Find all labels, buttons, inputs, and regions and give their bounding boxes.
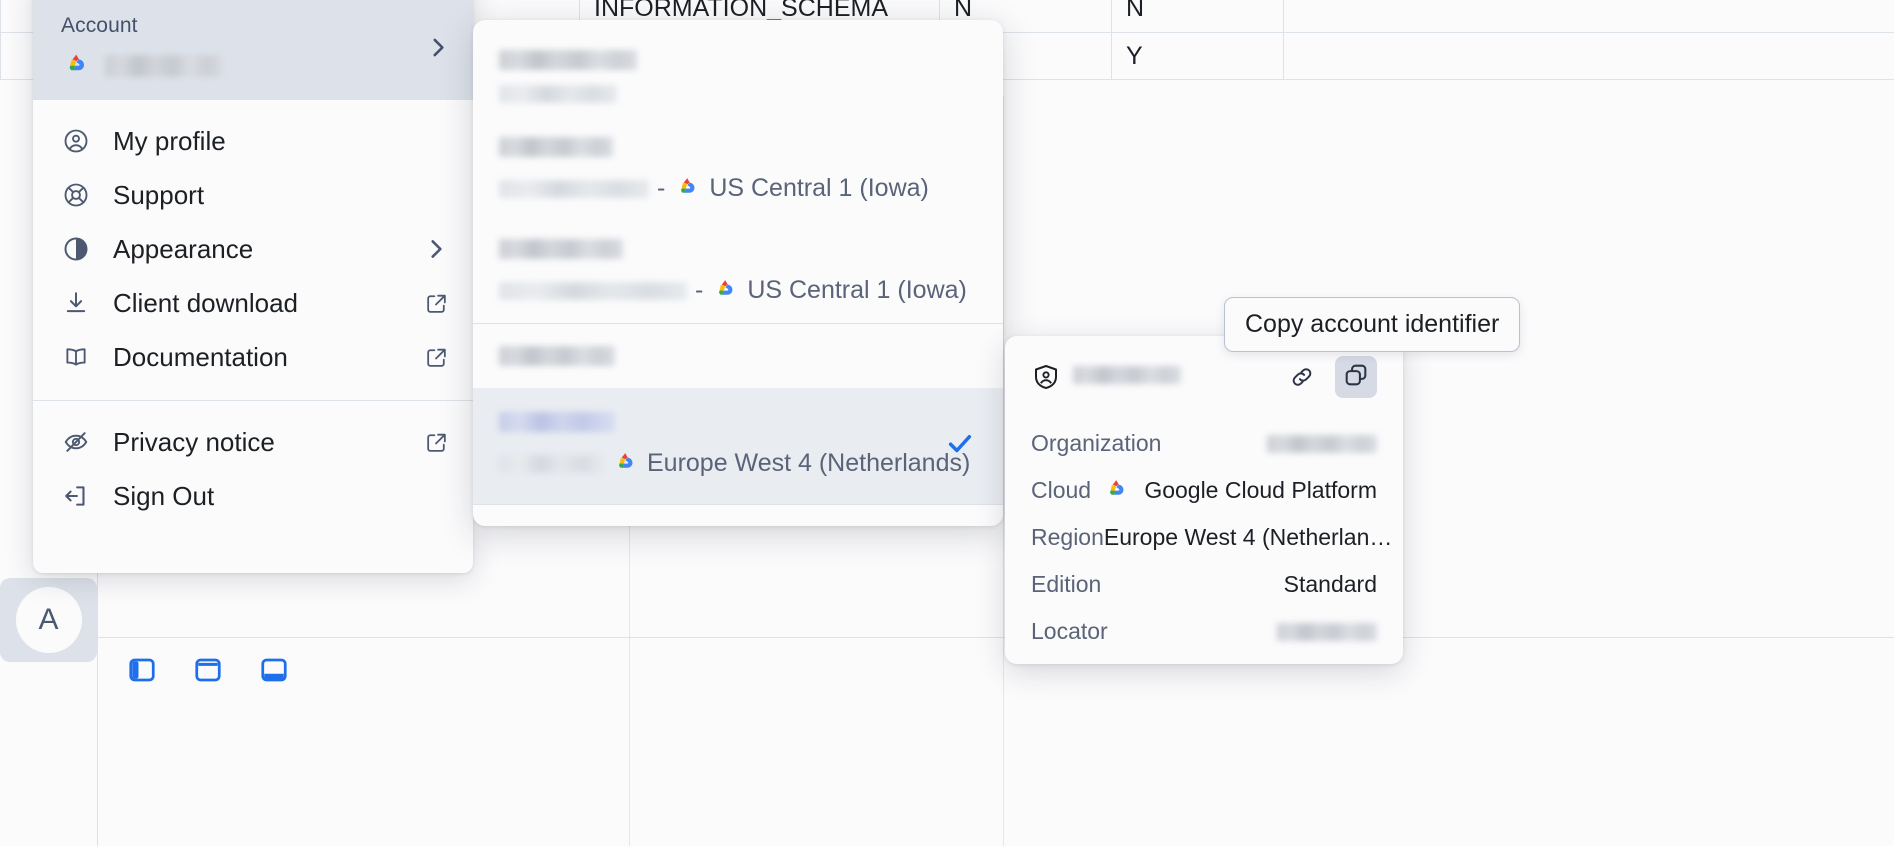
account-org-redacted bbox=[499, 346, 615, 366]
edition-value: Standard bbox=[1283, 571, 1377, 597]
panel-top-icon[interactable] bbox=[186, 648, 230, 692]
detail-row-organization: Organization bbox=[1031, 420, 1377, 467]
google-cloud-icon bbox=[61, 48, 91, 83]
detail-label: Cloud bbox=[1031, 477, 1092, 503]
half-circle-icon bbox=[61, 234, 91, 264]
menu-item-label: Documentation bbox=[113, 341, 288, 372]
locator-value-redacted bbox=[1277, 622, 1377, 641]
menu-item-label: Sign Out bbox=[113, 480, 215, 511]
account-switcher-item[interactable] bbox=[473, 20, 1003, 119]
menu-item-label: My profile bbox=[113, 125, 226, 156]
menu-item-label: Privacy notice bbox=[113, 426, 275, 457]
menu-item-my-profile[interactable]: My profile bbox=[33, 114, 473, 168]
sidebar-divider bbox=[97, 570, 98, 846]
separator-dash: - bbox=[657, 174, 666, 202]
detail-label: Organization bbox=[1031, 430, 1162, 456]
menu-item-documentation[interactable]: Documentation bbox=[33, 330, 473, 384]
account-details-card: Organization Cloud Google Cloud Platform… bbox=[1005, 336, 1403, 664]
organization-value-redacted bbox=[1267, 434, 1377, 453]
account-name-redacted bbox=[499, 454, 603, 473]
account-name-redacted bbox=[105, 54, 223, 77]
menu-item-appearance[interactable]: Appearance bbox=[33, 222, 473, 276]
region-value: Europe West 4 (Netherlan… bbox=[1103, 524, 1393, 550]
sign-into-another-account-button[interactable]: Sign Into Another Account bbox=[473, 505, 1003, 526]
detail-row-edition: Edition Standard bbox=[1031, 561, 1377, 608]
account-org-redacted bbox=[499, 137, 613, 157]
avatar-tile[interactable]: A bbox=[0, 578, 97, 662]
google-cloud-icon bbox=[611, 447, 639, 480]
account-name-redacted bbox=[499, 281, 687, 300]
account-org-redacted bbox=[499, 239, 623, 259]
detail-label: Locator bbox=[1031, 618, 1108, 644]
account-name-redacted bbox=[499, 85, 617, 103]
menu-item-client-download[interactable]: Client download bbox=[33, 276, 473, 330]
account-switcher-item[interactable] bbox=[473, 324, 1003, 388]
menu-item-label: Client download bbox=[113, 287, 299, 318]
copy-icon bbox=[1343, 362, 1369, 393]
copy-account-identifier-button[interactable] bbox=[1335, 356, 1377, 398]
user-circle-icon bbox=[61, 126, 91, 156]
account-switcher-item[interactable]: - US Central 1 (Iowa) bbox=[473, 221, 1003, 323]
account-switcher-item-selected[interactable]: Europe West 4 (Netherlands) bbox=[473, 388, 1003, 504]
shield-user-icon bbox=[1031, 362, 1061, 392]
account-name-redacted bbox=[1073, 365, 1181, 384]
detail-label: Region bbox=[1031, 524, 1104, 550]
menu-item-privacy-notice[interactable]: Privacy notice bbox=[33, 415, 473, 469]
menu-item-label: Support bbox=[113, 179, 205, 210]
panel-left-icon[interactable] bbox=[120, 648, 164, 692]
account-name-redacted bbox=[499, 179, 649, 198]
google-cloud-icon bbox=[1102, 474, 1130, 508]
detail-label: Edition bbox=[1031, 571, 1102, 597]
account-switcher-panel: - US Central 1 (Iowa) - US Central 1 (Io… bbox=[473, 20, 1003, 526]
cloud-value: Google Cloud Platform bbox=[1144, 477, 1377, 503]
check-icon bbox=[945, 429, 975, 464]
sign-out-icon bbox=[61, 481, 91, 511]
account-region-label: US Central 1 (Iowa) bbox=[747, 276, 967, 304]
lifebuoy-icon bbox=[61, 180, 91, 210]
download-icon bbox=[61, 288, 91, 318]
google-cloud-icon bbox=[711, 274, 739, 307]
panel-bottom-icon[interactable] bbox=[252, 648, 296, 692]
account-header[interactable]: Account bbox=[33, 0, 473, 99]
app-root: 1 2024-06-19 01:33:04.196 -0700 INFORMAT… bbox=[0, 0, 1894, 846]
detail-row-cloud: Cloud Google Cloud Platform bbox=[1031, 467, 1377, 514]
menu-item-label: Appearance bbox=[113, 233, 254, 264]
account-region-label: Europe West 4 (Netherlands) bbox=[647, 449, 971, 477]
account-menu-group-primary: My profile Support Appearance Client dow… bbox=[33, 100, 473, 400]
layout-toggle-group bbox=[120, 648, 296, 692]
external-link-icon bbox=[424, 291, 449, 316]
bottom-bar-divider bbox=[98, 637, 1894, 638]
menu-item-support[interactable]: Support bbox=[33, 168, 473, 222]
eye-off-icon bbox=[61, 427, 91, 457]
account-switcher-item[interactable]: - US Central 1 (Iowa) bbox=[473, 119, 1003, 221]
panel-divider-vertical-2 bbox=[1003, 96, 1004, 846]
cell-flag-2: N bbox=[1112, 0, 1284, 32]
cell-flag-2: Y bbox=[1112, 33, 1284, 79]
account-details-header bbox=[1031, 356, 1377, 398]
google-cloud-icon bbox=[673, 172, 701, 205]
external-link-icon bbox=[424, 430, 449, 455]
book-open-icon bbox=[61, 342, 91, 372]
link-icon[interactable] bbox=[1281, 356, 1323, 398]
avatar[interactable]: A bbox=[15, 587, 82, 653]
external-link-icon bbox=[424, 345, 449, 370]
account-header-label: Account bbox=[61, 14, 138, 37]
account-region-label: US Central 1 (Iowa) bbox=[709, 174, 929, 202]
menu-item-sign-out[interactable]: Sign Out bbox=[33, 469, 473, 523]
detail-row-region: Region Europe West 4 (Netherlan… bbox=[1031, 514, 1392, 561]
chevron-right-icon[interactable] bbox=[425, 34, 451, 65]
detail-row-locator: Locator bbox=[1031, 608, 1377, 655]
tooltip-copy-account-identifier: Copy account identifier bbox=[1224, 297, 1521, 352]
account-org-redacted bbox=[499, 412, 615, 432]
chevron-right-icon bbox=[423, 236, 449, 262]
account-org-redacted bbox=[499, 50, 637, 70]
account-menu-group-secondary: Privacy notice Sign Out bbox=[33, 401, 473, 539]
separator-dash: - bbox=[695, 276, 704, 304]
account-menu-panel: Account My profile Support Appearance Cl… bbox=[33, 0, 473, 573]
